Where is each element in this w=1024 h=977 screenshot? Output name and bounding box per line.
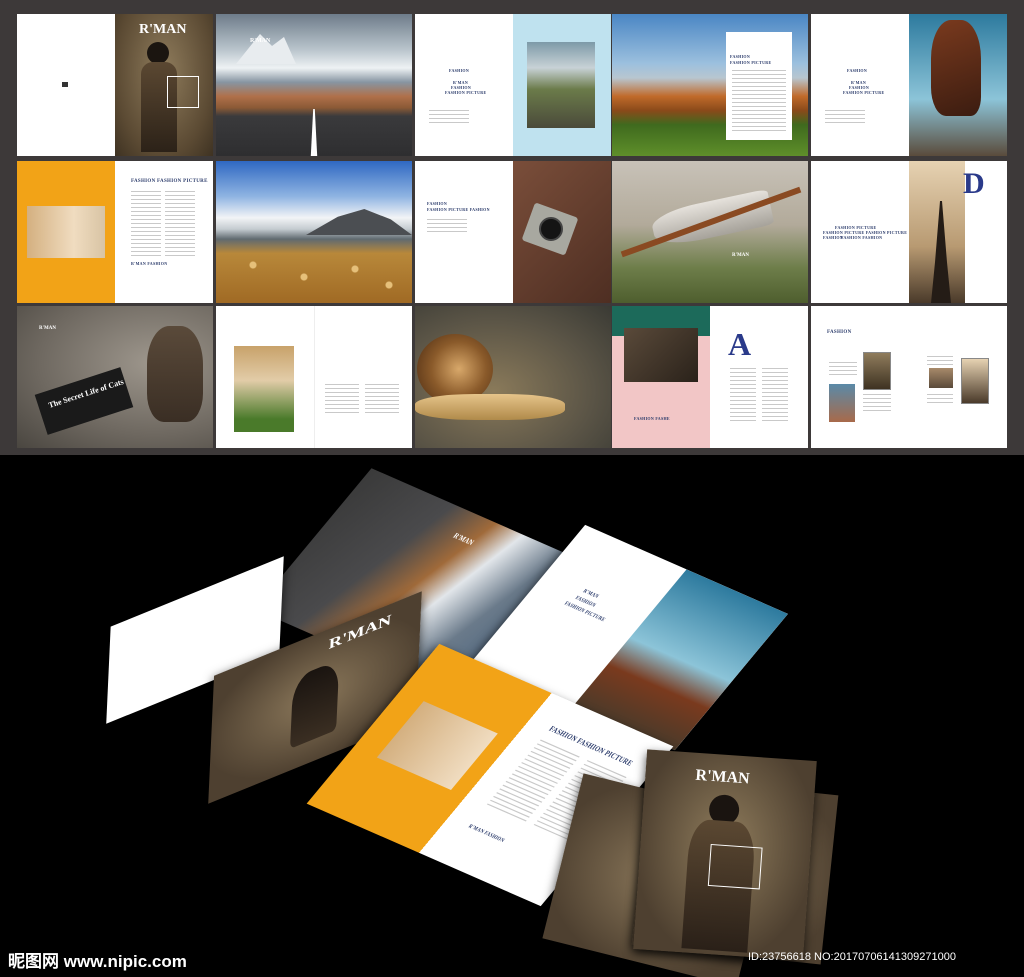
spread-hay-field[interactable] — [216, 161, 412, 303]
heading: FASHION FASHION PICTURE — [131, 179, 208, 184]
column-1 — [325, 384, 359, 416]
cover-title: R'MAN — [694, 766, 751, 788]
heading: FASHION PICTURE FASHION — [427, 207, 490, 212]
column-2 — [762, 368, 788, 424]
cat-mini-photo — [929, 368, 953, 388]
frame-outline — [707, 843, 763, 890]
frame-outline — [167, 76, 199, 108]
pink-page: FASHION FASHE — [612, 306, 710, 448]
horse-dust-photo — [376, 701, 498, 790]
horse-mini-photo — [829, 384, 855, 422]
text-page: FASHION FASHION PICTURE R'MAN FASHION — [115, 161, 213, 303]
toc-lines — [927, 356, 953, 368]
toc-lines — [829, 362, 857, 378]
horse-photo — [909, 14, 1007, 156]
card-heading: FASHION — [730, 54, 751, 59]
card-heading: FASHION PICTURE — [730, 60, 772, 65]
spread-fashion-deer[interactable]: FASHION R'MAN FASHION FASHION PICTURE — [415, 14, 611, 156]
spread-pink[interactable]: FASHION FASHE A — [612, 306, 808, 448]
heading: FASHION — [427, 201, 448, 206]
tower-mini-photo — [961, 358, 989, 404]
spread-landscape[interactable]: FASHION FASHION PICTURE — [612, 14, 808, 156]
spread-logo: R'MAN — [39, 326, 56, 331]
cover-mini-photo — [863, 352, 891, 390]
toc-lines — [863, 394, 891, 414]
text-card: FASHION FASHION PICTURE — [726, 32, 792, 140]
stacked-cover-front[interactable]: R'MAN — [633, 749, 817, 961]
contents-page: FASHION — [811, 306, 909, 448]
hood-figure — [147, 42, 169, 64]
caption: R'MAN FASHION — [131, 261, 168, 266]
orange-page — [17, 161, 115, 303]
spread-orange[interactable]: FASHION FASHION PICTURE R'MAN FASHION — [17, 161, 213, 303]
photo-page — [216, 306, 314, 448]
horse-head — [931, 20, 981, 116]
figure — [290, 659, 340, 749]
text-page: A — [710, 306, 808, 448]
column-2 — [365, 384, 399, 416]
cat-figure — [147, 326, 203, 422]
heading: FASHION — [449, 68, 470, 73]
spread-logo: R'MAN — [732, 253, 749, 258]
deer-photo — [527, 42, 595, 128]
cover-blank-page — [17, 14, 115, 156]
caption: R'MAN FASHION — [466, 824, 506, 845]
image-id-watermark: ID:23756618 NO:20170706141309271000 — [748, 951, 956, 963]
text-page — [314, 306, 412, 448]
toc-lines — [927, 394, 953, 406]
body-text-lines — [427, 219, 467, 235]
caption: FASHION FASHE — [634, 416, 670, 421]
thumbnail-grid: R'MAN R'MAN FASHION R'MAN FASHION FASHIO… — [0, 0, 1024, 455]
tower-silhouette — [931, 201, 951, 303]
spread-logo: R'MAN — [451, 531, 476, 548]
mockup-scene: R'MAN R'MAN R'MAN FASHION FASHION PICTUR… — [0, 455, 1024, 977]
card-text-lines — [732, 70, 786, 134]
text-page: FASHION R'MAN FASHION FASHION PICTURE — [415, 14, 513, 156]
cat-face-photo — [624, 328, 698, 382]
hay-bales — [236, 253, 406, 293]
heading: FASHION — [847, 68, 868, 73]
spread-cat[interactable]: The Secret Life of Cats R'MAN — [17, 306, 213, 448]
body-text-lines — [429, 110, 469, 126]
contents-page-2 — [909, 306, 1007, 448]
small-logo-icon — [62, 82, 68, 87]
heading: FASHION PICTURE — [445, 90, 487, 95]
spread-camera[interactable]: FASHION FASHION PICTURE FASHION — [415, 161, 611, 303]
horse-dust-photo — [27, 206, 105, 258]
cover-title: R'MAN — [139, 22, 187, 37]
camera-lens-icon — [539, 217, 563, 241]
heading: FASHION — [827, 330, 852, 335]
blue-page — [513, 14, 611, 156]
column-1 — [730, 368, 756, 424]
spread-snail[interactable] — [415, 306, 611, 448]
drop-cap: A — [728, 326, 752, 362]
text-page: FASHION PICTURE FASHION PICTURE FASHION … — [811, 161, 909, 303]
sheep-photo — [234, 346, 294, 432]
wood-photo — [513, 161, 611, 303]
column-2 — [165, 191, 195, 259]
spread-sheep[interactable] — [216, 306, 412, 448]
drop-cap: D — [963, 167, 985, 200]
spread-airplane[interactable]: R'MAN — [612, 161, 808, 303]
spread-mountain-road[interactable]: R'MAN — [216, 14, 412, 156]
snail-body — [415, 394, 565, 420]
site-watermark: 昵图网 www.nipic.com — [8, 952, 187, 971]
text-page: FASHION FASHION PICTURE FASHION — [415, 161, 513, 303]
heading: FASHION PICTURE — [843, 90, 885, 95]
body-text-lines — [825, 110, 865, 126]
column-1 — [131, 191, 161, 259]
spread-contents[interactable]: FASHION — [811, 306, 1007, 448]
spread-tower[interactable]: FASHION PICTURE FASHION PICTURE FASHION … — [811, 161, 1007, 303]
heading: FASHION FASHION — [841, 235, 883, 240]
text-page: FASHION R'MAN FASHION FASHION PICTURE — [811, 14, 909, 156]
tower-photo: D — [909, 161, 1007, 303]
spread-horse[interactable]: FASHION R'MAN FASHION FASHION PICTURE — [811, 14, 1007, 156]
cover-page: R'MAN — [115, 14, 213, 156]
spread-logo: R'MAN — [250, 38, 271, 44]
spread-cover[interactable]: R'MAN — [17, 14, 213, 156]
